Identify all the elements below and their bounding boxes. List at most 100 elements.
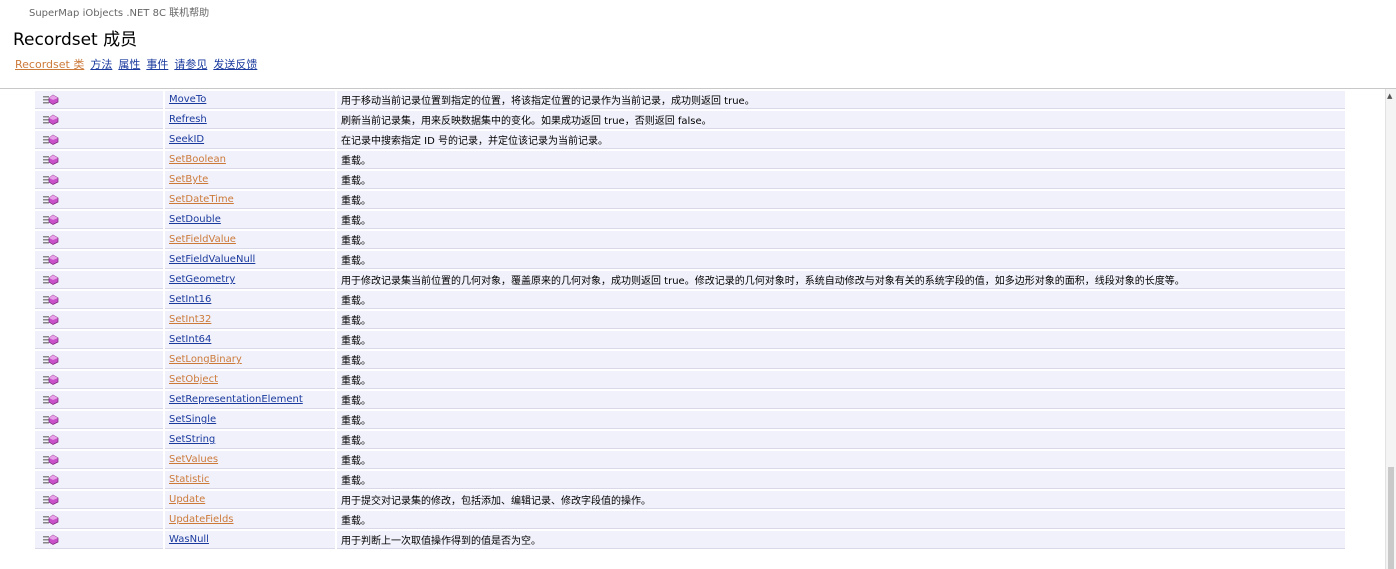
member-description: 用于提交对记录集的修改，包括添加、编辑记录、修改字段值的操作。 xyxy=(337,491,1345,509)
member-description: 重载。 xyxy=(337,451,1345,469)
member-row: SetFieldValueNull 重载。 xyxy=(35,251,1345,269)
nav-link-0[interactable]: Recordset 类 xyxy=(15,58,84,71)
member-icon-cell xyxy=(35,271,163,289)
public-method-icon xyxy=(43,234,59,245)
member-link-setfieldvaluenull[interactable]: SetFieldValueNull xyxy=(169,254,255,265)
public-method-icon xyxy=(43,274,59,285)
nav-link-1[interactable]: 方法 xyxy=(90,58,112,71)
member-link-setrepresentationelement[interactable]: SetRepresentationElement xyxy=(169,394,303,405)
member-link-setfieldvalue[interactable]: SetFieldValue xyxy=(169,234,236,245)
member-name-cell: SetString xyxy=(165,431,335,449)
member-link-wasnull[interactable]: WasNull xyxy=(169,534,209,545)
public-method-icon xyxy=(43,214,59,225)
members-content: MoveTo 用于移动当前记录位置到指定的位置，将该指定位置的记录作为当前记录，成… xyxy=(0,89,1386,569)
member-description: 重载。 xyxy=(337,371,1345,389)
member-link-setsingle[interactable]: SetSingle xyxy=(169,414,216,425)
member-row: SetDouble 重载。 xyxy=(35,211,1345,229)
member-link-setdatetime[interactable]: SetDateTime xyxy=(169,194,234,205)
member-name-cell: MoveTo xyxy=(165,91,335,109)
member-link-updatefields[interactable]: UpdateFields xyxy=(169,514,234,525)
member-description: 重载。 xyxy=(337,151,1345,169)
member-icon-cell xyxy=(35,511,163,529)
member-row: UpdateFields 重载。 xyxy=(35,511,1345,529)
member-link-setstring[interactable]: SetString xyxy=(169,434,215,445)
member-name-cell: SetObject xyxy=(165,371,335,389)
member-description: 重载。 xyxy=(337,431,1345,449)
member-icon-cell xyxy=(35,291,163,309)
member-description: 重载。 xyxy=(337,171,1345,189)
member-name-cell: SetGeometry xyxy=(165,271,335,289)
public-method-icon xyxy=(43,374,59,385)
member-description: 用于修改记录集当前位置的几何对象，覆盖原来的几何对象，成功则返回 true。修改… xyxy=(337,271,1345,289)
public-method-icon xyxy=(43,314,59,325)
member-link-refresh[interactable]: Refresh xyxy=(169,114,207,125)
member-icon-cell xyxy=(35,151,163,169)
page-header: SuperMap iObjects .NET 8C 联机帮助 Recordset… xyxy=(0,0,1396,89)
nav-link-2[interactable]: 属性 xyxy=(118,58,140,71)
public-method-icon xyxy=(43,114,59,125)
member-description: 刷新当前记录集，用来反映数据集中的变化。如果成功返回 true，否则返回 fal… xyxy=(337,111,1345,129)
member-row: Update 用于提交对记录集的修改，包括添加、编辑记录、修改字段值的操作。 xyxy=(35,491,1345,509)
member-link-setobject[interactable]: SetObject xyxy=(169,374,218,385)
member-icon-cell xyxy=(35,91,163,109)
member-link-setvalues[interactable]: SetValues xyxy=(169,454,218,465)
member-description: 重载。 xyxy=(337,211,1345,229)
member-name-cell: SetByte xyxy=(165,171,335,189)
nav-link-4[interactable]: 请参见 xyxy=(174,58,207,71)
public-method-icon xyxy=(43,294,59,305)
member-description: 在记录中搜索指定 ID 号的记录，并定位该记录为当前记录。 xyxy=(337,131,1345,149)
member-row: SetObject 重载。 xyxy=(35,371,1345,389)
member-row: SetInt16 重载。 xyxy=(35,291,1345,309)
public-method-icon xyxy=(43,334,59,345)
member-row: SetString 重载。 xyxy=(35,431,1345,449)
member-icon-cell xyxy=(35,231,163,249)
member-row: SetValues 重载。 xyxy=(35,451,1345,469)
member-row: Refresh 刷新当前记录集，用来反映数据集中的变化。如果成功返回 true，否… xyxy=(35,111,1345,129)
member-row: SetDateTime 重载。 xyxy=(35,191,1345,209)
member-link-setboolean[interactable]: SetBoolean xyxy=(169,154,226,165)
member-description: 重载。 xyxy=(337,191,1345,209)
member-name-cell: Update xyxy=(165,491,335,509)
member-link-setint32[interactable]: SetInt32 xyxy=(169,314,211,325)
member-link-update[interactable]: Update xyxy=(169,494,205,505)
member-description: 重载。 xyxy=(337,291,1345,309)
scroll-thumb[interactable] xyxy=(1388,467,1394,569)
member-icon-cell xyxy=(35,491,163,509)
member-description: 用于移动当前记录位置到指定的位置，将该指定位置的记录作为当前记录，成功则返回 t… xyxy=(337,91,1345,109)
members-table: MoveTo 用于移动当前记录位置到指定的位置，将该指定位置的记录作为当前记录，成… xyxy=(33,89,1347,551)
public-method-icon xyxy=(43,194,59,205)
vertical-scrollbar[interactable]: ▲ xyxy=(1385,89,1396,569)
member-link-setint16[interactable]: SetInt16 xyxy=(169,294,211,305)
member-link-statistic[interactable]: Statistic xyxy=(169,474,210,485)
member-name-cell: SetInt16 xyxy=(165,291,335,309)
member-description: 重载。 xyxy=(337,231,1345,249)
member-row: SetLongBinary 重载。 xyxy=(35,351,1345,369)
member-name-cell: SetSingle xyxy=(165,411,335,429)
member-link-seekid[interactable]: SeekID xyxy=(169,134,204,145)
member-icon-cell xyxy=(35,371,163,389)
product-name: SuperMap iObjects .NET 8C 联机帮助 xyxy=(29,8,210,19)
nav-link-3[interactable]: 事件 xyxy=(146,58,168,71)
member-row: SetGeometry 用于修改记录集当前位置的几何对象，覆盖原来的几何对象，成功… xyxy=(35,271,1345,289)
member-name-cell: SetValues xyxy=(165,451,335,469)
member-icon-cell xyxy=(35,531,163,549)
nav-link-5[interactable]: 发送反馈 xyxy=(213,58,257,71)
member-icon-cell xyxy=(35,471,163,489)
member-icon-cell xyxy=(35,251,163,269)
member-link-setint64[interactable]: SetInt64 xyxy=(169,334,211,345)
member-link-setlongbinary[interactable]: SetLongBinary xyxy=(169,354,242,365)
public-method-icon xyxy=(43,414,59,425)
member-name-cell: SetFieldValue xyxy=(165,231,335,249)
member-link-setdouble[interactable]: SetDouble xyxy=(169,214,221,225)
member-link-moveto[interactable]: MoveTo xyxy=(169,94,206,105)
member-description: 重载。 xyxy=(337,411,1345,429)
scroll-up-arrow-icon[interactable]: ▲ xyxy=(1387,92,1392,100)
member-link-setgeometry[interactable]: SetGeometry xyxy=(169,274,235,285)
member-description: 重载。 xyxy=(337,511,1345,529)
public-method-icon xyxy=(43,514,59,525)
member-name-cell: SetBoolean xyxy=(165,151,335,169)
member-description: 重载。 xyxy=(337,311,1345,329)
member-icon-cell xyxy=(35,351,163,369)
member-link-setbyte[interactable]: SetByte xyxy=(169,174,208,185)
member-icon-cell xyxy=(35,311,163,329)
